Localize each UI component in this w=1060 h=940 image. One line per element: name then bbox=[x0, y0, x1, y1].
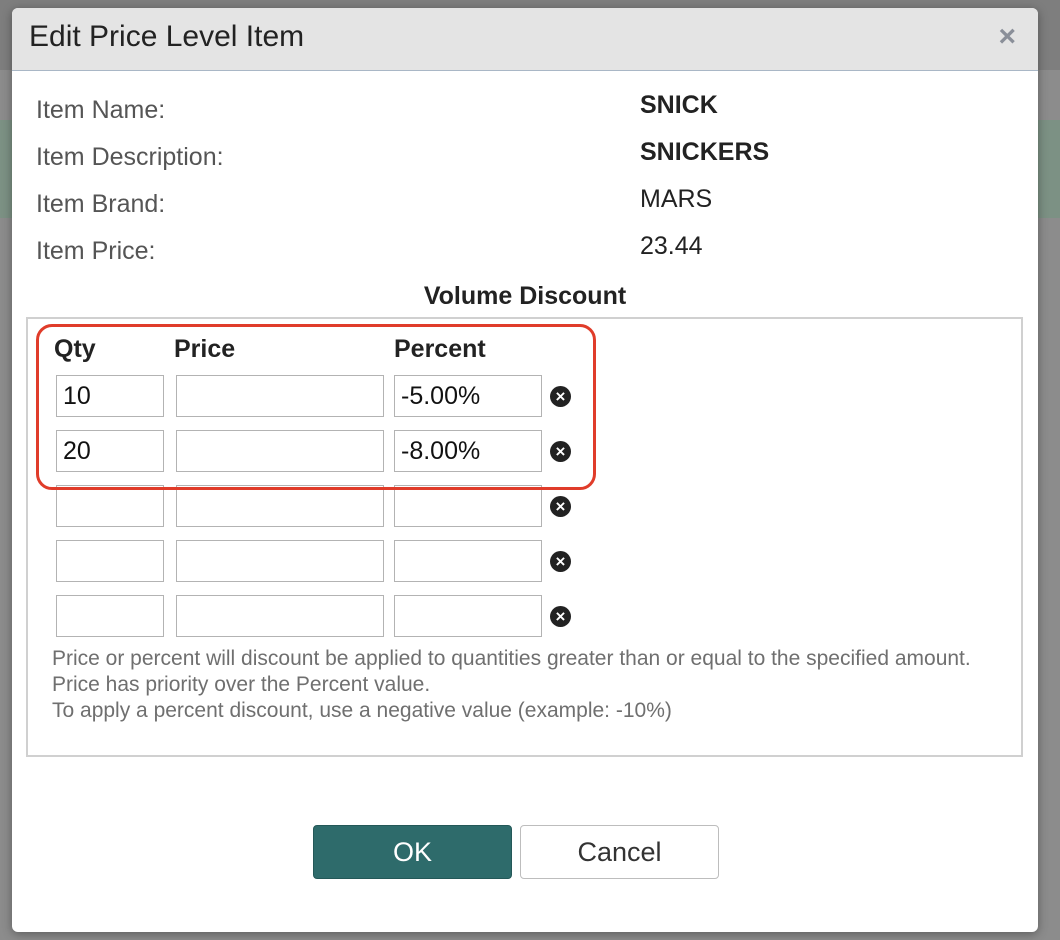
remove-row-icon[interactable]: × bbox=[550, 551, 571, 572]
remove-row-icon[interactable]: × bbox=[550, 386, 571, 407]
item-price-label: Item Price: bbox=[36, 237, 156, 265]
price-input[interactable] bbox=[176, 595, 384, 637]
qty-input[interactable] bbox=[56, 540, 164, 582]
price-input[interactable] bbox=[176, 485, 384, 527]
item-description-label: Item Description: bbox=[36, 143, 224, 171]
cancel-button[interactable]: Cancel bbox=[520, 825, 719, 879]
item-price-value: 23.44 bbox=[640, 232, 703, 260]
percent-input[interactable]: -5.00% bbox=[394, 375, 542, 417]
qty-input[interactable]: 20 bbox=[56, 430, 164, 472]
dialog-title: Edit Price Level Item bbox=[29, 20, 305, 53]
item-brand-label: Item Brand: bbox=[36, 190, 166, 218]
price-input[interactable] bbox=[176, 540, 384, 582]
edit-price-level-item-dialog: Edit Price Level Item × Item Name: SNICK… bbox=[12, 8, 1038, 932]
remove-row-icon[interactable]: × bbox=[550, 496, 571, 517]
item-brand-value: MARS bbox=[640, 185, 713, 213]
qty-input[interactable] bbox=[56, 485, 164, 527]
note-line: Price or percent will discount be applie… bbox=[52, 647, 971, 670]
percent-column-header: Percent bbox=[394, 335, 486, 363]
item-name-value: SNICK bbox=[640, 91, 718, 119]
percent-input[interactable] bbox=[394, 485, 542, 527]
note-line: Price has priority over the Percent valu… bbox=[52, 673, 431, 696]
percent-input[interactable]: -8.00% bbox=[394, 430, 542, 472]
price-input[interactable] bbox=[176, 375, 384, 417]
remove-row-icon[interactable]: × bbox=[550, 606, 571, 627]
percent-input[interactable] bbox=[394, 540, 542, 582]
ok-button[interactable]: OK bbox=[313, 825, 512, 879]
price-input[interactable] bbox=[176, 430, 384, 472]
qty-input[interactable] bbox=[56, 595, 164, 637]
remove-row-icon[interactable]: × bbox=[550, 441, 571, 462]
close-icon[interactable]: × bbox=[998, 22, 1016, 52]
item-description-value: SNICKERS bbox=[640, 138, 770, 166]
volume-discount-title: Volume Discount bbox=[423, 282, 627, 310]
percent-input[interactable] bbox=[394, 595, 542, 637]
item-name-label: Item Name: bbox=[36, 96, 166, 124]
note-line: To apply a percent discount, use a negat… bbox=[52, 699, 672, 722]
dialog-titlebar: Edit Price Level Item × bbox=[12, 8, 1038, 71]
qty-column-header: Qty bbox=[54, 335, 96, 363]
price-column-header: Price bbox=[174, 335, 236, 363]
discount-notes: Price or percent will discount be applie… bbox=[52, 646, 1002, 724]
qty-input[interactable]: 10 bbox=[56, 375, 164, 417]
